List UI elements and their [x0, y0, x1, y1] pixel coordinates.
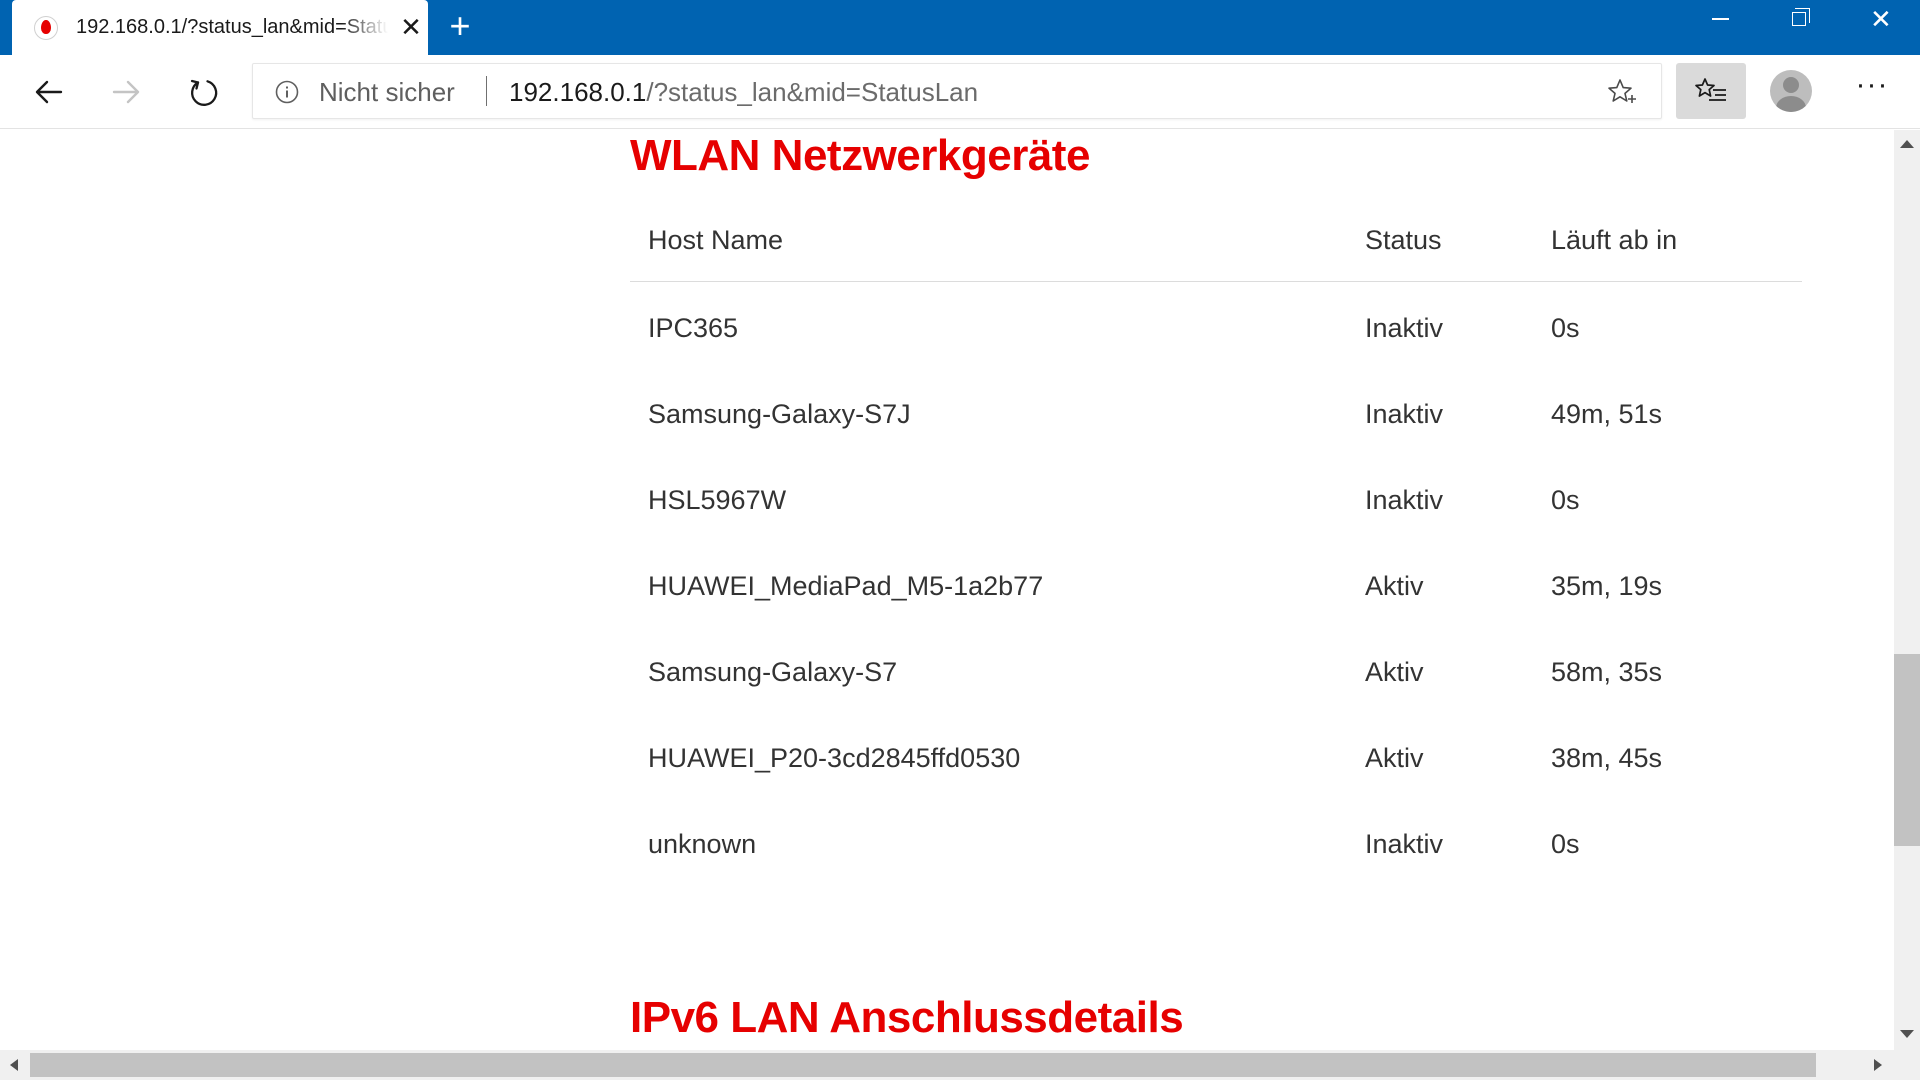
vertical-scroll-thumb[interactable] [1894, 654, 1920, 846]
cell-status: Aktiv [1365, 571, 1424, 601]
profile-avatar[interactable] [1770, 70, 1812, 112]
restore-icon [1792, 8, 1810, 26]
header-expires: Läuft ab in [1551, 225, 1678, 255]
url-host: 192.168.0.1 [509, 77, 647, 107]
table-body: IPC365 Inaktiv 0s Samsung-Galaxy-S7J Ina… [630, 282, 1802, 884]
more-options-button[interactable]: ··· [1850, 70, 1894, 105]
favorites-list-icon [1695, 78, 1726, 101]
cell-status: Inaktiv [1365, 485, 1444, 515]
cell-expires: 58m, 35s [1551, 657, 1663, 687]
table-row: IPC365 Inaktiv 0s [630, 282, 1802, 368]
horizontal-scrollbar[interactable] [0, 1050, 1894, 1080]
tab-close-icon[interactable]: ✕ [398, 14, 424, 40]
scroll-down-arrow-icon[interactable] [1900, 1030, 1914, 1038]
browser-toolbar: Nicht sicher 192.168.0.1/?status_lan&mid… [0, 55, 1920, 129]
wlan-devices-table: Host Name Status Läuft ab in IPC365 Inak… [630, 210, 1802, 884]
cell-host-name: IPC365 [648, 313, 739, 343]
cell-host-name: HUAWEI_P20-3cd2845ffd0530 [648, 743, 1021, 773]
header-host-name: Host Name [648, 225, 784, 255]
back-button[interactable] [24, 67, 74, 117]
forward-button[interactable] [101, 67, 151, 117]
favorites-button[interactable] [1676, 63, 1746, 119]
reload-button[interactable] [178, 67, 228, 117]
close-window-button[interactable]: ✕ [1840, 0, 1920, 40]
close-icon: ✕ [1870, 4, 1892, 34]
url-path: /?status_lan&mid=StatusLan [646, 77, 979, 107]
avatar-head [1783, 77, 1799, 93]
avatar-body [1776, 96, 1806, 112]
table-row: Samsung-Galaxy-S7 Aktiv 58m, 35s [630, 626, 1802, 712]
scroll-up-arrow-icon[interactable] [1900, 140, 1914, 148]
cell-expires: 49m, 51s [1551, 399, 1663, 429]
arrow-left-icon [35, 80, 63, 104]
scroll-right-arrow-icon[interactable] [1874, 1059, 1882, 1071]
cell-expires: 35m, 19s [1551, 571, 1663, 601]
cell-status: Inaktiv [1365, 313, 1444, 343]
table-row: unknown Inaktiv 0s [630, 798, 1802, 884]
cell-status: Inaktiv [1365, 399, 1444, 429]
browser-tab[interactable]: 192.168.0.1/?status_lan&mid=StatusLan ✕ [12, 0, 428, 55]
security-status[interactable]: Nicht sicher [319, 77, 455, 107]
table-row: Samsung-Galaxy-S7J Inaktiv 49m, 51s [630, 368, 1802, 454]
table-header: Host Name Status Läuft ab in [630, 210, 1802, 282]
ipv6-section-title: IPv6 LAN Anschlussdetails [630, 993, 1184, 1042]
cell-expires: 38m, 45s [1551, 743, 1663, 773]
header-status: Status [1365, 225, 1442, 255]
scroll-left-arrow-icon[interactable] [10, 1059, 18, 1071]
cell-status: Aktiv [1365, 743, 1424, 773]
cell-status: Aktiv [1365, 657, 1424, 687]
table-row: HUAWEI_MediaPad_M5-1a2b77 Aktiv 35m, 19s [630, 540, 1802, 626]
arrow-right-icon [112, 80, 140, 104]
url-text[interactable]: 192.168.0.1/?status_lan&mid=StatusLan [509, 77, 978, 107]
address-separator [486, 76, 487, 106]
minimize-icon [1712, 18, 1729, 20]
tab-title: 192.168.0.1/?status_lan&mid=StatusLan [76, 16, 388, 38]
page-viewport: WLAN Netzwerkgeräte Host Name Status Läu… [0, 130, 1894, 1050]
cell-host-name: Samsung-Galaxy-S7 [648, 657, 898, 687]
cell-host-name: unknown [648, 829, 757, 859]
minimize-button[interactable] [1680, 0, 1760, 40]
star-icon[interactable] [1605, 75, 1639, 109]
vodafone-icon [34, 16, 58, 40]
cell-expires: 0s [1551, 485, 1580, 515]
new-tab-button[interactable]: + [442, 8, 478, 44]
wlan-section-title: WLAN Netzwerkgeräte [630, 131, 1090, 180]
cell-expires: 0s [1551, 829, 1580, 859]
cell-host-name: HUAWEI_MediaPad_M5-1a2b77 [648, 571, 1044, 601]
table-row: HUAWEI_P20-3cd2845ffd0530 Aktiv 38m, 45s [630, 712, 1802, 798]
cell-status: Inaktiv [1365, 829, 1444, 859]
refresh-icon [190, 79, 218, 106]
cell-host-name: HSL5967W [648, 485, 787, 515]
info-icon[interactable] [275, 80, 299, 104]
address-bar[interactable]: Nicht sicher 192.168.0.1/?status_lan&mid… [252, 63, 1662, 119]
cell-host-name: Samsung-Galaxy-S7J [648, 399, 911, 429]
scrollbar-corner [1894, 1050, 1920, 1080]
table-row: HSL5967W Inaktiv 0s [630, 454, 1802, 540]
restore-button[interactable] [1760, 0, 1840, 40]
horizontal-scroll-thumb[interactable] [30, 1053, 1816, 1077]
vertical-scrollbar[interactable] [1894, 130, 1920, 1050]
cell-expires: 0s [1551, 313, 1580, 343]
title-bar: 192.168.0.1/?status_lan&mid=StatusLan ✕ … [0, 0, 1920, 55]
